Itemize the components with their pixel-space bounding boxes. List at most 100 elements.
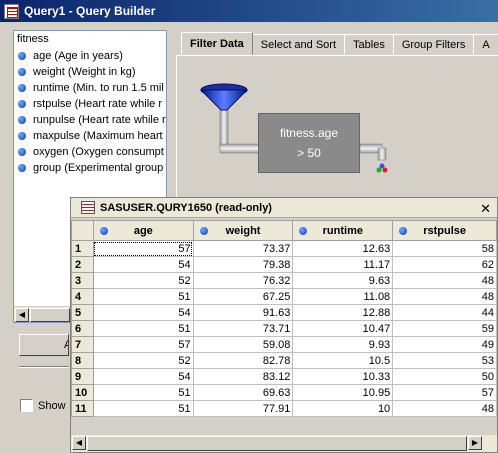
cell-age[interactable]: 57 xyxy=(92,336,194,353)
field-item-maxpulse[interactable]: maxpulse (Maximum heart r xyxy=(14,128,166,144)
scroll-right-icon[interactable]: ▶ xyxy=(468,436,482,450)
cell-age[interactable]: 52 xyxy=(92,352,194,369)
cell-weight[interactable]: 79.38 xyxy=(192,256,294,273)
data-grid-window: SASUSER.QURY1650 (read-only) ✕ age weigh… xyxy=(70,197,498,453)
cell-runtime[interactable]: 10 xyxy=(292,400,394,417)
cell-age[interactable]: 51 xyxy=(92,288,194,305)
cell-rstpulse[interactable]: 53 xyxy=(392,352,497,369)
scrollbar-thumb[interactable] xyxy=(30,308,70,322)
table-row[interactable]: 4 51 67.25 11.08 48 xyxy=(71,288,497,305)
row-number[interactable]: 1 xyxy=(71,240,94,257)
cell-weight[interactable]: 77.91 xyxy=(192,400,294,417)
close-icon[interactable]: ✕ xyxy=(480,201,491,217)
cell-runtime[interactable]: 10.47 xyxy=(292,320,394,337)
table-row[interactable]: 5 54 91.63 12.88 44 xyxy=(71,304,497,321)
cell-rstpulse[interactable]: 57 xyxy=(392,384,497,401)
show-checkbox[interactable] xyxy=(20,399,33,412)
cell-rstpulse[interactable]: 48 xyxy=(392,288,497,305)
cell-rstpulse[interactable]: 58 xyxy=(392,240,497,257)
cell-age[interactable]: 54 xyxy=(92,368,194,385)
row-number-header[interactable] xyxy=(71,220,94,241)
cell-rstpulse[interactable]: 48 xyxy=(392,272,497,289)
cell-weight[interactable]: 83.12 xyxy=(192,368,294,385)
cell-age[interactable]: 57 xyxy=(92,240,194,257)
field-item-runpulse[interactable]: runpulse (Heart rate while r xyxy=(14,112,166,128)
row-number[interactable]: 6 xyxy=(71,320,94,337)
cell-rstpulse[interactable]: 44 xyxy=(392,304,497,321)
row-number[interactable]: 10 xyxy=(71,384,94,401)
tab-filter-data[interactable]: Filter Data xyxy=(181,32,253,55)
cell-runtime[interactable]: 9.63 xyxy=(292,272,394,289)
cell-rstpulse[interactable]: 48 xyxy=(392,400,497,417)
cell-runtime[interactable]: 10.33 xyxy=(292,368,394,385)
data-window-title-bar: SASUSER.QURY1650 (read-only) ✕ xyxy=(71,198,497,218)
table-row[interactable]: 3 52 76.32 9.63 48 xyxy=(71,272,497,289)
table-row[interactable]: 7 57 59.08 9.93 49 xyxy=(71,336,497,353)
field-item-age[interactable]: age (Age in years) xyxy=(14,48,166,64)
cell-weight[interactable]: 73.37 xyxy=(192,240,294,257)
column-header-rstpulse[interactable]: rstpulse xyxy=(392,220,497,241)
column-header-runtime[interactable]: runtime xyxy=(292,220,394,241)
cell-weight[interactable]: 91.63 xyxy=(192,304,294,321)
cell-age[interactable]: 51 xyxy=(92,384,194,401)
row-number[interactable]: 3 xyxy=(71,272,94,289)
numeric-column-icon xyxy=(99,227,108,235)
table-row[interactable]: 1 57 73.37 12.63 58 xyxy=(71,240,497,257)
cell-rstpulse[interactable]: 62 xyxy=(392,256,497,273)
table-row[interactable]: 2 54 79.38 11.17 62 xyxy=(71,256,497,273)
cell-runtime[interactable]: 10.95 xyxy=(292,384,394,401)
column-header-age[interactable]: age xyxy=(92,220,194,241)
cell-weight[interactable]: 73.71 xyxy=(192,320,294,337)
row-number[interactable]: 8 xyxy=(71,352,94,369)
cell-weight[interactable]: 82.78 xyxy=(192,352,294,369)
field-item-weight[interactable]: weight (Weight in kg) xyxy=(14,64,166,80)
row-number[interactable]: 4 xyxy=(71,288,94,305)
cell-rstpulse[interactable]: 50 xyxy=(392,368,497,385)
tab-select-and-sort[interactable]: Select and Sort xyxy=(251,34,346,55)
cell-age[interactable]: 51 xyxy=(92,320,194,337)
cell-runtime[interactable]: 12.63 xyxy=(292,240,394,257)
cell-age[interactable]: 54 xyxy=(92,256,194,273)
row-number[interactable]: 7 xyxy=(71,336,94,353)
row-number[interactable]: 11 xyxy=(71,400,94,417)
tab-more[interactable]: A xyxy=(473,34,498,55)
field-item-oxygen[interactable]: oxygen (Oxygen consumpt xyxy=(14,144,166,160)
data-horizontal-scrollbar[interactable]: ◀ ▶ xyxy=(71,435,497,452)
cell-runtime[interactable]: 11.08 xyxy=(292,288,394,305)
partially-hidden-button[interactable]: A xyxy=(19,334,69,356)
table-row[interactable]: 6 51 73.71 10.47 59 xyxy=(71,320,497,337)
cell-weight[interactable]: 59.08 xyxy=(192,336,294,353)
filter-condition-box[interactable]: fitness.age > 50 xyxy=(258,113,360,173)
field-item-rstpulse[interactable]: rstpulse (Heart rate while r xyxy=(14,96,166,112)
field-item-runtime[interactable]: runtime (Min. to run 1.5 mil xyxy=(14,80,166,96)
data-window-title: SASUSER.QURY1650 (read-only) xyxy=(100,201,272,214)
row-number[interactable]: 5 xyxy=(71,304,94,321)
scrollbar-thumb[interactable] xyxy=(87,436,467,451)
cell-runtime[interactable]: 11.17 xyxy=(292,256,394,273)
cell-runtime[interactable]: 9.93 xyxy=(292,336,394,353)
scroll-left-icon[interactable]: ◀ xyxy=(15,308,29,322)
column-header-weight[interactable]: weight xyxy=(192,220,294,241)
cell-age[interactable]: 52 xyxy=(92,272,194,289)
table-row[interactable]: 10 51 69.63 10.95 57 xyxy=(71,384,497,401)
cell-weight[interactable]: 69.63 xyxy=(192,384,294,401)
cell-weight[interactable]: 67.25 xyxy=(192,288,294,305)
row-number[interactable]: 2 xyxy=(71,256,94,273)
cell-age[interactable]: 51 xyxy=(92,400,194,417)
table-row[interactable]: 11 51 77.91 10 48 xyxy=(71,400,497,417)
cell-runtime[interactable]: 10.5 xyxy=(292,352,394,369)
table-row[interactable]: 8 52 82.78 10.5 53 xyxy=(71,352,497,369)
cell-weight[interactable]: 76.32 xyxy=(192,272,294,289)
cell-rstpulse[interactable]: 49 xyxy=(392,336,497,353)
tab-group-filters[interactable]: Group Filters xyxy=(392,34,475,55)
table-row[interactable]: 9 54 83.12 10.33 50 xyxy=(71,368,497,385)
scroll-left-icon[interactable]: ◀ xyxy=(72,436,86,450)
row-number[interactable]: 9 xyxy=(71,368,94,385)
tab-tables[interactable]: Tables xyxy=(344,34,394,55)
cell-runtime[interactable]: 12.88 xyxy=(292,304,394,321)
show-option[interactable]: Show xyxy=(20,399,66,412)
cell-rstpulse[interactable]: 59 xyxy=(392,320,497,337)
cell-age[interactable]: 54 xyxy=(92,304,194,321)
table-root-item[interactable]: fitness xyxy=(14,31,166,48)
field-item-group[interactable]: group (Experimental group xyxy=(14,160,166,176)
